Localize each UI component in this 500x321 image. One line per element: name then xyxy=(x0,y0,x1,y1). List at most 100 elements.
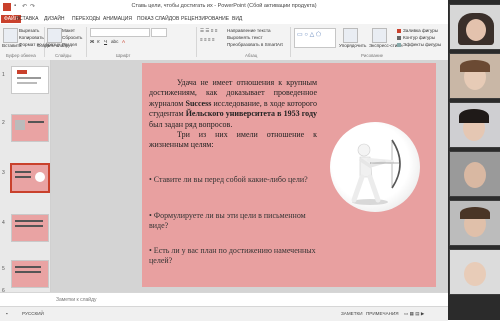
arrange-button[interactable]: Упорядочить xyxy=(339,43,366,48)
participant-hair xyxy=(460,207,490,219)
thumbnail-content xyxy=(15,176,31,178)
video-call-panel xyxy=(448,0,500,320)
participant-video[interactable] xyxy=(449,4,500,50)
slide-text-success: Success xyxy=(185,98,212,108)
status-bar: ▪ РУССКИЙ ЗАМЕТКИ ПРИМЕЧАНИЯ ▭ ▦ ▤ ▶ xyxy=(0,306,448,321)
slide-text-goals: Три из них имели отношение к жизненным ц… xyxy=(149,130,317,150)
font-group-label: Шрифт xyxy=(116,53,131,58)
copy-button[interactable]: Копировать xyxy=(19,35,44,40)
cut-button[interactable]: Вырезать xyxy=(19,28,39,33)
participant-video[interactable] xyxy=(449,200,500,246)
slide-counter-icon: ▪ xyxy=(6,311,8,316)
tab-review[interactable]: РЕЦЕНЗИРОВАНИЕ xyxy=(181,16,229,22)
font-size-select[interactable] xyxy=(151,28,167,37)
slide-thumbnail[interactable] xyxy=(11,214,49,242)
comments-toggle-button[interactable]: ПРИМЕЧАНИЯ xyxy=(366,311,399,316)
paragraph-group-label: Абзац xyxy=(245,53,258,58)
underline-icon[interactable]: Ч xyxy=(104,39,107,44)
slide-number: 5 xyxy=(2,266,5,272)
thumbnail-content xyxy=(15,271,41,273)
slide-thumbnails-pane: 1 2 3 4 5 6 xyxy=(0,60,51,292)
slide-bullet: • Ставите ли вы перед собой какие-либо ц… xyxy=(149,175,308,184)
arrange-icon[interactable] xyxy=(343,28,358,43)
align-text-button[interactable]: Выровнять текст xyxy=(227,35,263,40)
align-icon[interactable]: ≡ ≡ ≡ ≡ xyxy=(200,37,215,42)
tab-view[interactable]: ВИД xyxy=(232,16,242,22)
paste-icon[interactable] xyxy=(3,28,18,43)
slide-number: 4 xyxy=(2,220,5,226)
thumbnail-content xyxy=(15,266,41,268)
slide-number: 1 xyxy=(2,72,5,78)
slide-text-box[interactable]: Удача не имеет отношения к крупным дости… xyxy=(149,78,317,151)
thumbnail-content xyxy=(17,82,37,84)
participant-face xyxy=(464,262,486,286)
slide-number: 3 xyxy=(2,170,5,176)
shape-outline-button[interactable]: Контур фигуры xyxy=(397,35,435,40)
slides-group-label: Слайды xyxy=(55,53,72,58)
slide-thumbnail-selected[interactable] xyxy=(10,163,50,193)
participant-video[interactable] xyxy=(449,151,500,197)
tab-insert[interactable]: ВСТАВКА xyxy=(16,16,38,22)
ribbon-divider xyxy=(290,27,291,57)
thumbnail-content xyxy=(15,225,43,227)
font-color-icon[interactable]: А xyxy=(122,39,125,44)
slide-bullet: • Формулируете ли вы эти цели в письменн… xyxy=(149,211,306,231)
slide-text-university: Йельского университета в 1953 году xyxy=(185,109,317,119)
participant-hair xyxy=(459,109,489,123)
ribbon: Вставить Вырезать Копировать Формат по о… xyxy=(0,24,448,61)
notes-placeholder: Заметки к слайду xyxy=(56,297,97,303)
drawing-group-label: Рисование xyxy=(361,53,384,58)
strikethrough-icon[interactable]: abc xyxy=(111,39,118,44)
tab-transitions[interactable]: ПЕРЕХОДЫ xyxy=(72,16,100,22)
italic-icon[interactable]: К xyxy=(97,39,100,44)
slide-thumbnail[interactable] xyxy=(11,260,49,288)
notes-pane[interactable]: Заметки к слайду xyxy=(0,292,448,307)
thumbnail-content xyxy=(35,172,45,182)
text-direction-button[interactable]: Направление текста xyxy=(227,28,271,33)
participant-face xyxy=(464,162,486,188)
thumbnail-content xyxy=(15,220,43,222)
smartart-button[interactable]: Преобразовать в SmartArt xyxy=(227,42,283,47)
tab-design[interactable]: ДИЗАЙН xyxy=(44,16,65,22)
shapes-icon[interactable]: ▭ ○ △ ⬠ xyxy=(297,31,321,38)
reset-button[interactable]: Сбросить xyxy=(62,35,82,40)
section-button[interactable]: Раздел xyxy=(62,42,77,47)
window-title: Ставь цели, чтобы достигать их - PowerPo… xyxy=(131,3,317,9)
archer-figure-icon xyxy=(351,139,401,205)
font-family-select[interactable] xyxy=(90,28,150,37)
quick-styles-icon[interactable] xyxy=(372,28,387,43)
clipboard-group-label: Буфер обмена xyxy=(6,53,36,58)
ribbon-divider xyxy=(44,27,45,57)
bullets-icon[interactable]: ☰ ☰ ≡ ≡ xyxy=(200,28,217,34)
thumbnail-content xyxy=(15,120,25,130)
shape-effects-button[interactable]: Эффекты фигуры xyxy=(397,42,441,47)
ribbon-divider xyxy=(196,27,197,57)
archer-image[interactable] xyxy=(330,122,420,212)
thumbnail-content xyxy=(17,70,27,74)
new-slide-icon[interactable] xyxy=(47,28,62,43)
shape-fill-button[interactable]: Заливка фигуры xyxy=(397,28,438,33)
thumbnail-content xyxy=(17,77,41,79)
language-indicator[interactable]: РУССКИЙ xyxy=(22,311,44,316)
participant-video[interactable] xyxy=(449,53,500,99)
bold-icon[interactable]: Ж xyxy=(90,39,94,44)
tab-animations[interactable]: АНИМАЦИЯ xyxy=(103,16,132,22)
participant-video[interactable] xyxy=(449,102,500,148)
title-bar: ▪ ↶ ↷ Ставь цели, чтобы достигать их - P… xyxy=(0,0,448,15)
ribbon-divider xyxy=(86,27,87,57)
participant-hair xyxy=(460,60,490,72)
layout-button[interactable]: Макет xyxy=(62,28,75,33)
notes-toggle-button[interactable]: ЗАМЕТКИ xyxy=(341,311,363,316)
tab-slideshow[interactable]: ПОКАЗ СЛАЙДОВ xyxy=(137,16,179,22)
participant-video[interactable] xyxy=(449,249,500,295)
slide-number: 2 xyxy=(2,120,5,126)
ribbon-tabs: ФАЙЛ ВСТАВКА ДИЗАЙН ПЕРЕХОДЫ АНИМАЦИЯ ПО… xyxy=(0,14,448,24)
view-buttons-icon[interactable]: ▭ ▦ ▤ ▶ xyxy=(404,311,424,317)
thumbnail-content xyxy=(28,121,44,123)
participant-face xyxy=(466,19,486,41)
shapes-gallery[interactable]: ▭ ○ △ ⬠ xyxy=(294,28,336,48)
thumbnail-content xyxy=(15,171,31,173)
slide-bullet: • Есть ли у вас план по достижению намеч… xyxy=(149,246,316,266)
slide-thumbnail[interactable] xyxy=(11,66,49,94)
slide-thumbnail[interactable] xyxy=(11,114,49,142)
